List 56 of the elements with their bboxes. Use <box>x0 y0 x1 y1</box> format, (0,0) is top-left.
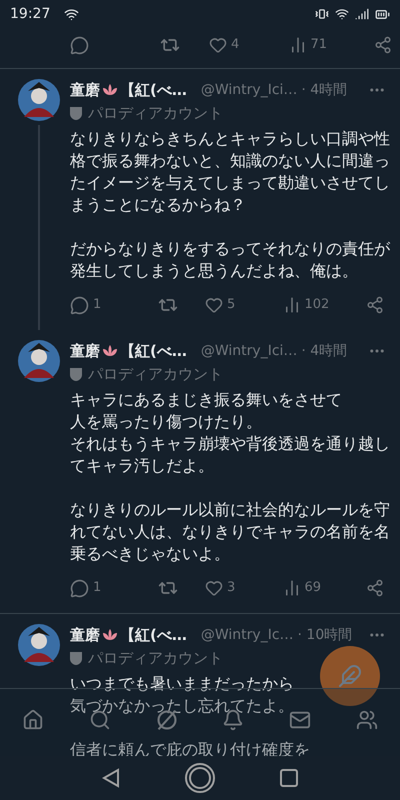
like-count: 3 <box>227 579 236 598</box>
views-count: 69 <box>304 579 322 598</box>
avatar-icon[interactable] <box>18 340 60 382</box>
lotus-icon <box>102 345 118 357</box>
tweet-text: 人を罵ったり傷つけたり。 <box>70 411 262 433</box>
tweet-text: それはもうキャラ崩壊や背後透過を通り越してキャラ汚しだよ。 <box>70 433 391 477</box>
display-name[interactable]: 【紅(べ… <box>120 624 187 646</box>
share-icon[interactable] <box>366 296 384 314</box>
like-icon[interactable] <box>205 579 223 597</box>
display-name[interactable]: 童磨 <box>70 340 100 362</box>
home-circle-icon[interactable] <box>184 762 216 794</box>
back-icon[interactable] <box>102 768 120 788</box>
avatar-icon[interactable] <box>18 624 60 666</box>
vibrate-icon <box>315 7 329 21</box>
like-count: 4 <box>231 36 240 54</box>
user-handle: @Wintry_Ic… <box>200 626 294 644</box>
share-icon[interactable] <box>374 36 392 54</box>
reply-icon[interactable] <box>70 296 89 314</box>
user-handle: @Wintry_Ici… <box>200 80 298 100</box>
reply-count: 1 <box>93 296 102 314</box>
views-count: 102 <box>304 296 330 314</box>
tweet-text: なりきりならきちんとキャラらしい口調や性格で振る舞わないと、知識のない人に間違ったイメージを与えてしまって勘違いさせてしまうことになるからね？ <box>70 128 391 216</box>
display-name[interactable]: 【紅(べ… <box>120 78 187 102</box>
post-time: · 4時間 <box>301 80 348 100</box>
post-time: · 4時間 <box>301 342 348 360</box>
status-time: 19:27 <box>10 4 50 24</box>
views-count: 71 <box>310 36 328 54</box>
parody-label: パロディアカウント <box>88 364 223 385</box>
like-icon[interactable] <box>205 296 223 314</box>
avatar-icon[interactable] <box>18 79 60 121</box>
user-handle: @Wintry_Ici… <box>200 342 298 360</box>
reply-icon[interactable] <box>70 578 89 598</box>
home-icon[interactable] <box>22 709 44 731</box>
display-name[interactable]: 童磨 <box>70 624 100 646</box>
wifi-icon <box>335 7 349 21</box>
like-count: 5 <box>227 296 236 314</box>
recents-icon[interactable] <box>280 769 298 787</box>
display-name[interactable]: 【紅(べ… <box>120 340 187 362</box>
tweet-text: だからなりきりをするってそれなりの責任が発生してしまうと思うんだよね、俺は。 <box>70 238 392 282</box>
reply-icon[interactable] <box>70 36 89 54</box>
communities-icon[interactable] <box>356 709 378 731</box>
share-icon[interactable] <box>366 579 384 597</box>
parody-label: パロディアカウント <box>88 648 223 669</box>
reply-count: 1 <box>93 579 102 598</box>
tweet-text: なりきりのルール以前に社会的なルールを守れてない人は、なりきりでキャラの名前を名乗るべきじゃないよ。 <box>70 499 391 565</box>
parody-label: パロディアカウント <box>88 102 223 124</box>
like-icon[interactable] <box>209 36 227 54</box>
post-time: · 10時間 <box>298 626 352 644</box>
mail-icon[interactable] <box>288 709 311 731</box>
signal-icon <box>355 7 369 21</box>
display-name[interactable]: 童磨 <box>70 78 100 102</box>
tweet-text: キャラにあるまじき振る舞いをさせて <box>70 389 342 411</box>
wifi-icon <box>64 6 80 22</box>
lotus-icon <box>102 84 118 96</box>
feather-icon <box>338 664 362 688</box>
lotus-icon <box>102 629 118 641</box>
